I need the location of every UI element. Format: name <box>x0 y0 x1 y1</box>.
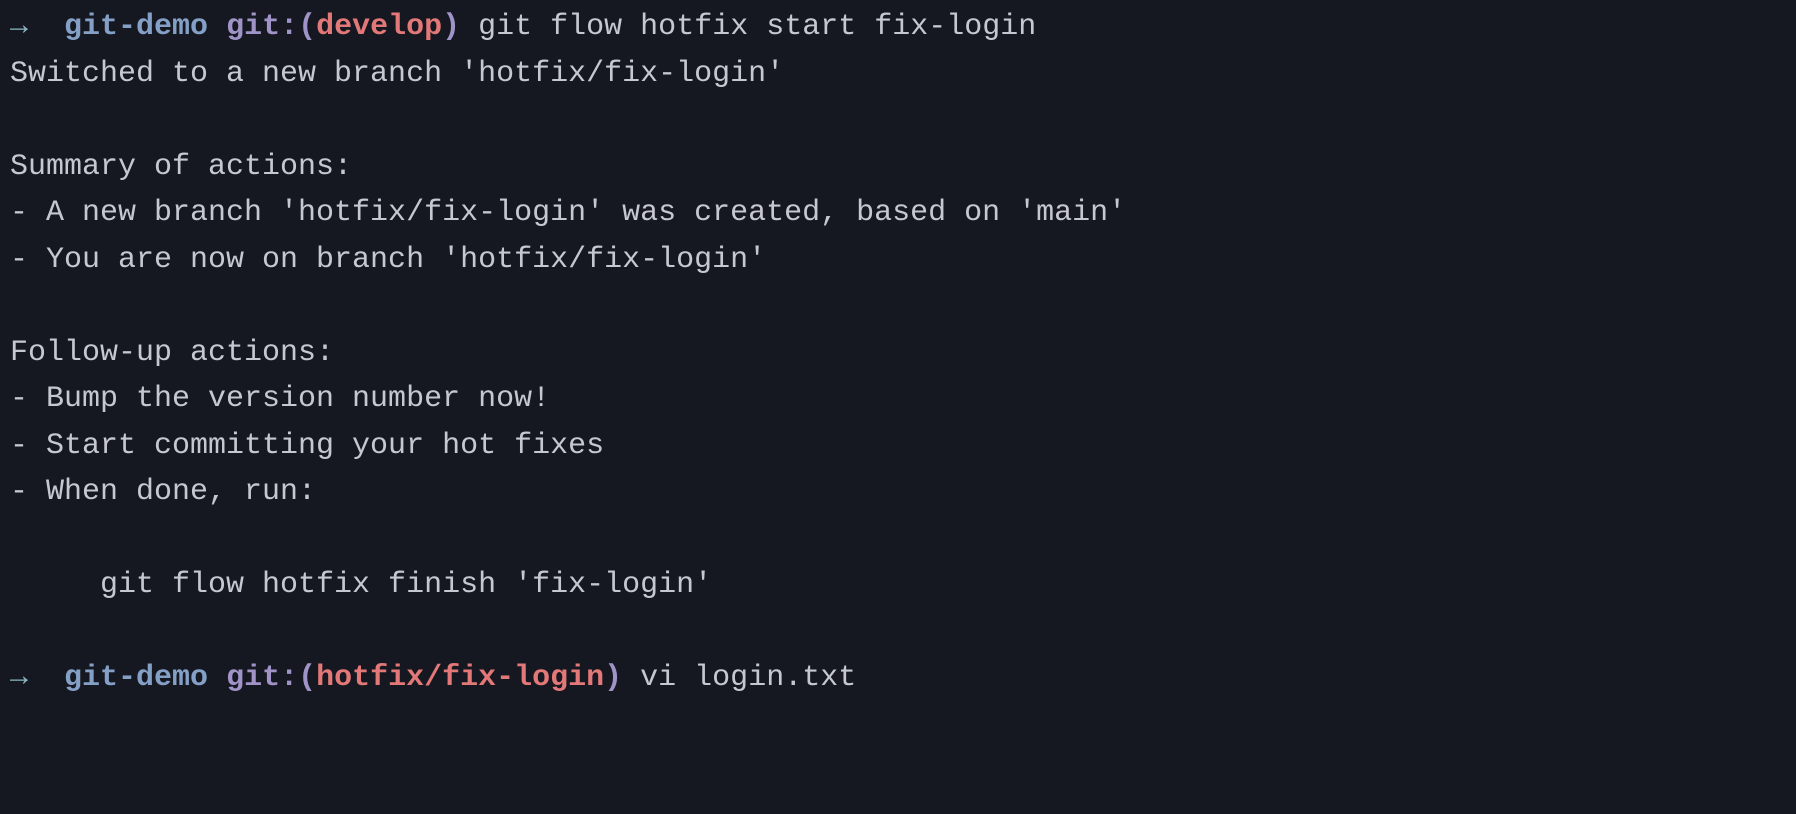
output-blank <box>10 516 1786 563</box>
output-line: - A new branch 'hotfix/fix-login' was cr… <box>10 190 1786 237</box>
prompt-close-paren: ) <box>604 661 622 695</box>
output-line: Summary of actions: <box>10 144 1786 191</box>
prompt-directory: git-demo <box>64 661 208 695</box>
output-line: - You are now on branch 'hotfix/fix-logi… <box>10 237 1786 284</box>
prompt-close-paren: ) <box>442 10 460 44</box>
prompt-git-label: git:( <box>226 10 316 44</box>
output-line: - Bump the version number now! <box>10 376 1786 423</box>
output-blank <box>10 97 1786 144</box>
prompt-directory: git-demo <box>64 10 208 44</box>
output-line: Follow-up actions: <box>10 330 1786 377</box>
output-line: git flow hotfix finish 'fix-login' <box>10 562 1786 609</box>
output-line: - When done, run: <box>10 469 1786 516</box>
command-text: git flow hotfix start fix-login <box>478 10 1036 44</box>
prompt-branch-name: hotfix/fix-login <box>316 661 604 695</box>
prompt-git-label: git:( <box>226 661 316 695</box>
prompt-branch-name: develop <box>316 10 442 44</box>
output-blank <box>10 283 1786 330</box>
prompt-line-2[interactable]: → git-demo git:(hotfix/fix-login) vi log… <box>10 655 1786 702</box>
command-text: vi login.txt <box>640 661 856 695</box>
prompt-arrow-icon: → <box>10 661 28 695</box>
output-line: Switched to a new branch 'hotfix/fix-log… <box>10 51 1786 98</box>
output-blank <box>10 609 1786 656</box>
output-line: - Start committing your hot fixes <box>10 423 1786 470</box>
prompt-arrow-icon: → <box>10 10 28 44</box>
prompt-line-1[interactable]: → git-demo git:(develop) git flow hotfix… <box>10 4 1786 51</box>
